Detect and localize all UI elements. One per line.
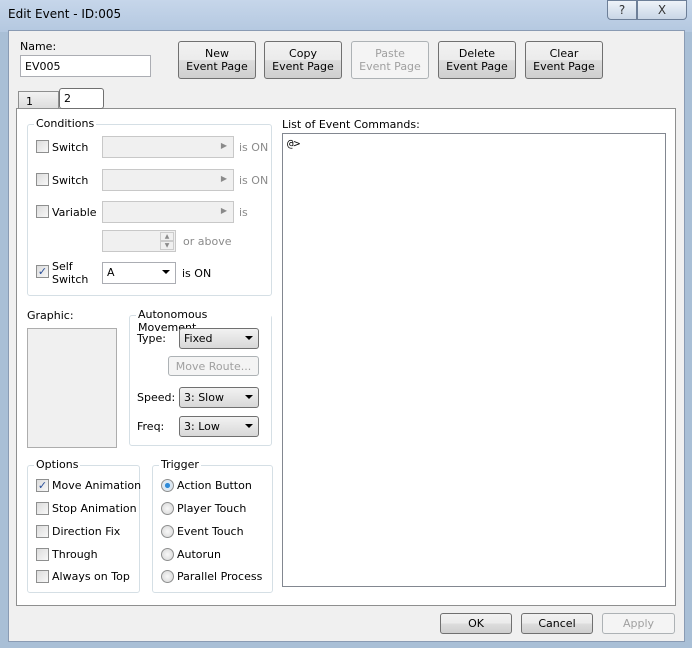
variable-label: Variable xyxy=(52,206,97,219)
graphic-preview[interactable] xyxy=(27,328,117,448)
commands-label: List of Event Commands: xyxy=(282,118,420,131)
option-checkbox[interactable]: ✓ xyxy=(36,479,49,492)
trigger-label: Player Touch xyxy=(177,502,247,515)
option-checkbox[interactable] xyxy=(36,570,49,583)
option-checkbox[interactable] xyxy=(36,502,49,515)
trigger-radio[interactable] xyxy=(161,479,174,492)
button-label: Clear xyxy=(549,47,579,60)
option-label: Direction Fix xyxy=(52,525,121,538)
trigger-label: Action Button xyxy=(177,479,252,492)
trigger-label: Autorun xyxy=(177,548,222,561)
trigger-label: Parallel Process xyxy=(177,570,263,583)
chevron-down-icon xyxy=(245,424,253,428)
help-button[interactable]: ? xyxy=(607,0,637,20)
self-switch-is-on: is ON xyxy=(182,267,212,280)
copy-event-page-button[interactable]: Copy Event Page xyxy=(264,41,342,79)
button-label: Paste xyxy=(375,47,405,60)
select-value: 3: Low xyxy=(184,420,220,433)
self-switch-select[interactable]: A xyxy=(102,262,176,284)
trigger-radio[interactable] xyxy=(161,548,174,561)
command-item[interactable]: @> xyxy=(287,137,661,150)
move-route-button[interactable]: Move Route... xyxy=(168,356,259,376)
speed-select[interactable]: 3: Slow xyxy=(179,387,259,408)
clear-event-page-button[interactable]: Clear Event Page xyxy=(525,41,603,79)
switch2-checkbox[interactable] xyxy=(36,173,49,186)
name-label: Name: xyxy=(20,40,57,53)
chevron-down-icon xyxy=(245,336,253,340)
event-commands-list[interactable]: @> xyxy=(282,133,666,587)
button-label: Copy xyxy=(289,47,317,60)
label-line: Switch xyxy=(52,273,89,286)
button-label: Event Page xyxy=(359,60,421,73)
freq-label: Freq: xyxy=(137,420,165,433)
self-switch-label: Self Switch xyxy=(52,260,88,286)
title-bar[interactable]: Edit Event - ID:005 ? X xyxy=(0,0,692,32)
option-label: Stop Animation xyxy=(52,502,137,515)
arrow-right-icon: ▶ xyxy=(220,174,227,183)
chevron-down-icon xyxy=(162,270,170,274)
button-label: Event Page xyxy=(446,60,508,73)
button-label: Event Page xyxy=(272,60,334,73)
paste-event-page-button[interactable]: Paste Event Page xyxy=(351,41,429,79)
switch1-checkbox[interactable] xyxy=(36,140,49,153)
trigger-radio[interactable] xyxy=(161,502,174,515)
option-checkbox[interactable] xyxy=(36,548,49,561)
switch1-label: Switch xyxy=(52,141,89,154)
option-label: Move Animation xyxy=(52,479,142,492)
cancel-button[interactable]: Cancel xyxy=(521,613,593,634)
speed-label: Speed: xyxy=(137,391,176,404)
button-label: New xyxy=(205,47,229,60)
type-label: Type: xyxy=(137,332,166,345)
option-checkbox[interactable] xyxy=(36,525,49,538)
chevron-down-icon xyxy=(245,395,253,399)
or-above-label: or above xyxy=(183,235,232,248)
name-input[interactable] xyxy=(20,55,151,77)
variable-value-spinner[interactable]: ▲ ▼ xyxy=(102,230,176,252)
options-title: Options xyxy=(34,458,81,471)
freq-select[interactable]: 3: Low xyxy=(179,416,259,437)
switch2-label: Switch xyxy=(52,174,89,187)
trigger-title: Trigger xyxy=(159,458,201,471)
variable-checkbox[interactable] xyxy=(36,205,49,218)
spin-up-icon[interactable]: ▲ xyxy=(160,232,174,241)
option-label: Through xyxy=(52,548,98,561)
select-value: Fixed xyxy=(184,332,213,345)
switch1-is-on: is ON xyxy=(239,141,269,154)
tab-page-1[interactable]: 1 xyxy=(18,91,59,109)
trigger-radio[interactable] xyxy=(161,525,174,538)
window-title: Edit Event - ID:005 xyxy=(8,7,122,21)
close-button[interactable]: X xyxy=(637,0,687,20)
trigger-radio[interactable] xyxy=(161,570,174,583)
variable-is: is xyxy=(239,206,248,219)
self-switch-checkbox[interactable]: ✓ xyxy=(36,265,49,278)
select-value: A xyxy=(107,266,115,279)
arrow-right-icon: ▶ xyxy=(220,141,227,150)
option-label: Always on Top xyxy=(52,570,130,583)
delete-event-page-button[interactable]: Delete Event Page xyxy=(438,41,516,79)
trigger-label: Event Touch xyxy=(177,525,244,538)
apply-button[interactable]: Apply xyxy=(602,613,675,634)
tab-page-2[interactable]: 2 xyxy=(59,88,104,109)
switch2-is-on: is ON xyxy=(239,174,269,187)
graphic-label: Graphic: xyxy=(27,309,74,322)
switch1-selector[interactable]: ▶ xyxy=(102,136,234,158)
switch2-selector[interactable]: ▶ xyxy=(102,169,234,191)
button-label: Delete xyxy=(458,47,496,60)
variable-selector[interactable]: ▶ xyxy=(102,201,234,223)
button-label: Event Page xyxy=(533,60,595,73)
select-value: 3: Slow xyxy=(184,391,224,404)
arrow-right-icon: ▶ xyxy=(220,206,227,215)
type-select[interactable]: Fixed xyxy=(179,328,259,349)
button-label: Event Page xyxy=(186,60,248,73)
new-event-page-button[interactable]: New Event Page xyxy=(178,41,256,79)
spin-down-icon[interactable]: ▼ xyxy=(160,241,174,250)
label-line: Self xyxy=(52,260,73,273)
ok-button[interactable]: OK xyxy=(440,613,512,634)
conditions-title: Conditions xyxy=(34,117,97,130)
